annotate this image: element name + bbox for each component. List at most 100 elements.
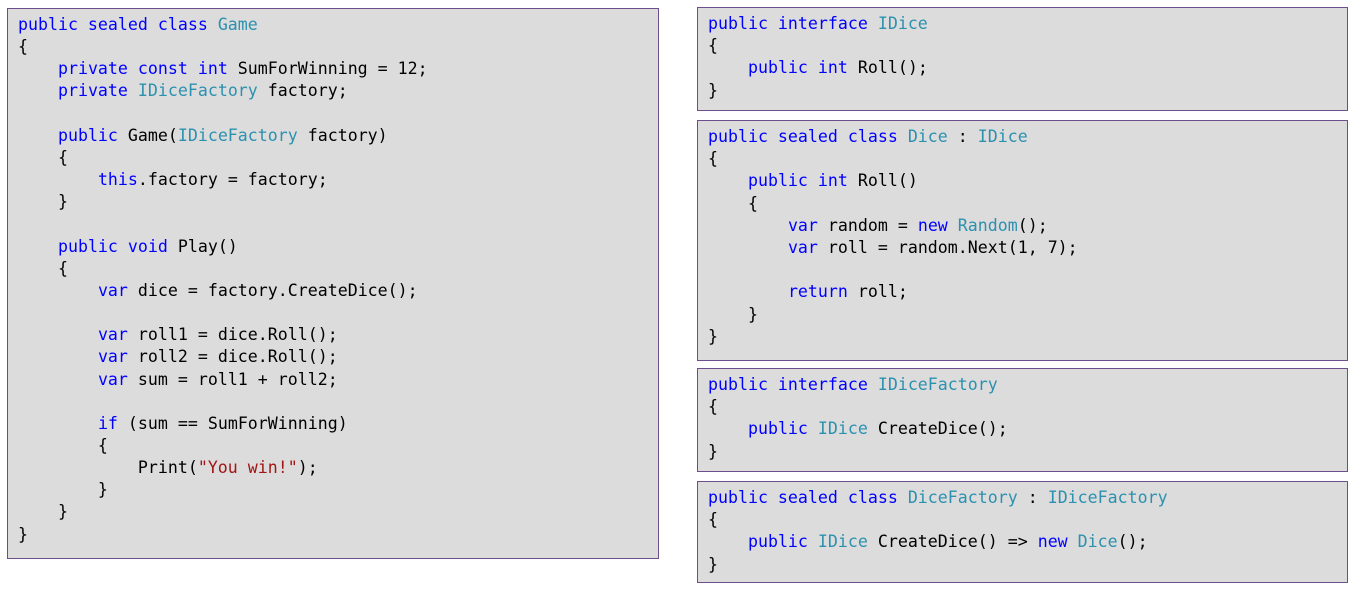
- code-token: {: [708, 36, 718, 56]
- code-line: }: [708, 442, 718, 461]
- code-token: .factory = factory;: [137, 170, 328, 190]
- code-token: IDiceFactory: [877, 375, 998, 394]
- code-token: public: [747, 532, 818, 552]
- idicefactory-interface-panel: public interface IDiceFactory { public I…: [697, 368, 1348, 472]
- code-line: public void Play(): [18, 237, 238, 256]
- code-line: {: [18, 148, 68, 167]
- code-token: public sealed class: [708, 127, 908, 146]
- code-token: {: [18, 258, 68, 278]
- code-token: var: [97, 325, 138, 345]
- code-token: this: [97, 170, 138, 190]
- game-class-code: public sealed class Game { private const…: [18, 14, 648, 546]
- code-line: Print("You win!");: [18, 458, 318, 477]
- code-line: }: [708, 327, 718, 346]
- code-token: factory;: [257, 81, 348, 101]
- code-token: public: [57, 125, 128, 145]
- code-token: private const int: [57, 59, 238, 79]
- code-token: }: [18, 192, 68, 212]
- code-line: }: [708, 555, 718, 574]
- code-line: }: [18, 480, 108, 499]
- code-token: ();: [1117, 532, 1148, 552]
- code-token: "You win!": [197, 458, 298, 478]
- code-token: {: [18, 435, 108, 455]
- code-token: }: [18, 502, 68, 522]
- code-line: {: [18, 37, 28, 56]
- code-line: return roll;: [708, 282, 908, 301]
- code-line: public int Roll();: [708, 58, 928, 77]
- code-token: public sealed class: [708, 488, 908, 507]
- code-token: {: [708, 397, 718, 417]
- code-line: public sealed class DiceFactory : IDiceF…: [708, 488, 1168, 507]
- code-line: var roll2 = dice.Roll();: [18, 347, 338, 366]
- code-token: random =: [827, 215, 918, 235]
- code-token: IDice: [817, 532, 868, 552]
- dicefactory-class-panel: public sealed class DiceFactory : IDiceF…: [697, 481, 1348, 583]
- code-line: var sum = roll1 + roll2;: [18, 370, 338, 389]
- code-token: public void: [57, 236, 178, 256]
- code-token: IDice: [877, 14, 928, 33]
- code-token: new: [917, 215, 958, 235]
- code-token: Game: [217, 15, 258, 34]
- code-token: }: [708, 326, 718, 346]
- code-token: }: [708, 304, 758, 324]
- code-line: }: [18, 502, 68, 521]
- code-token: }: [18, 480, 108, 500]
- code-line: public IDice CreateDice() => new Dice();: [708, 532, 1148, 551]
- code-line: public sealed class Game: [18, 15, 258, 34]
- code-token: IDiceFactory: [137, 81, 258, 101]
- code-token: IDiceFactory: [177, 125, 298, 145]
- code-line: }: [708, 305, 758, 324]
- code-line: public interface IDiceFactory: [708, 375, 998, 394]
- code-line: }: [18, 525, 28, 544]
- code-token: roll = random.Next(1, 7);: [827, 238, 1078, 258]
- code-token: var: [787, 238, 828, 258]
- code-line: public interface IDice: [708, 14, 928, 33]
- code-token: :: [947, 127, 978, 146]
- code-token: public interface: [708, 375, 878, 394]
- code-token: sum = roll1 + roll2;: [137, 369, 338, 389]
- code-line: private IDiceFactory factory;: [18, 81, 348, 100]
- code-line: var dice = factory.CreateDice();: [18, 281, 418, 300]
- code-token: IDice: [817, 419, 868, 439]
- code-line: var roll = random.Next(1, 7);: [708, 238, 1078, 257]
- code-token: Play(): [177, 236, 238, 256]
- code-token: IDiceFactory: [1047, 488, 1168, 507]
- code-token: }: [708, 554, 718, 574]
- code-line: {: [708, 397, 718, 416]
- code-token: Roll(): [857, 171, 918, 191]
- code-token: CreateDice() =>: [867, 532, 1038, 552]
- code-token: return: [787, 282, 858, 302]
- dicefactory-class-code: public sealed class DiceFactory : IDiceF…: [708, 487, 1337, 576]
- code-token: roll1 = dice.Roll();: [137, 325, 338, 345]
- code-token: :: [1017, 488, 1048, 507]
- code-token: private: [57, 81, 138, 101]
- code-token: Roll();: [857, 58, 928, 78]
- code-token: IDice: [977, 127, 1028, 146]
- code-token: DiceFactory: [907, 488, 1018, 507]
- code-token: SumForWinning = 12;: [237, 59, 428, 79]
- code-line: public IDice CreateDice();: [708, 419, 1008, 438]
- code-line: var random = new Random();: [708, 216, 1048, 235]
- code-line: }: [18, 192, 68, 211]
- idice-interface-panel: public interface IDice { public int Roll…: [697, 7, 1348, 111]
- code-token: dice = factory.CreateDice();: [137, 280, 418, 300]
- code-token: var: [97, 347, 138, 367]
- code-token: }: [18, 524, 28, 544]
- code-line: {: [18, 259, 68, 278]
- code-token: Print(: [18, 458, 198, 478]
- code-line: }: [708, 81, 718, 100]
- code-line: if (sum == SumForWinning): [18, 414, 348, 433]
- code-token: Game(: [127, 125, 178, 145]
